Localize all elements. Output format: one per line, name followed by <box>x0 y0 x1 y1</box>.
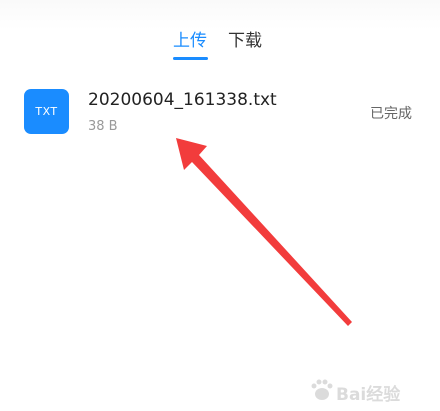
file-icon-label: TXT <box>35 105 58 118</box>
txt-file-icon: TXT <box>24 89 69 134</box>
baidu-jingyan-watermark: Bai经验 <box>310 377 430 405</box>
status-label: 已完成 <box>370 106 412 122</box>
red-arrow-icon <box>176 138 352 326</box>
tab-download[interactable]: 下载 <box>228 30 262 52</box>
file-size: 38 B <box>88 119 118 134</box>
active-tab-indicator <box>173 57 208 60</box>
file-list-item[interactable]: TXT 20200604_161338.txt 38 B 已完成 <box>0 80 440 150</box>
transfer-screen: 上传 下载 TXT 20200604_161338.txt 38 B 已完成 B… <box>0 0 440 411</box>
watermark-text: Bai经验 <box>336 385 401 405</box>
transfer-tabs: 上传 下载 <box>0 30 440 64</box>
paw-icon <box>311 379 333 400</box>
file-name: 20200604_161338.txt <box>88 90 277 110</box>
tab-upload[interactable]: 上传 <box>173 30 207 52</box>
